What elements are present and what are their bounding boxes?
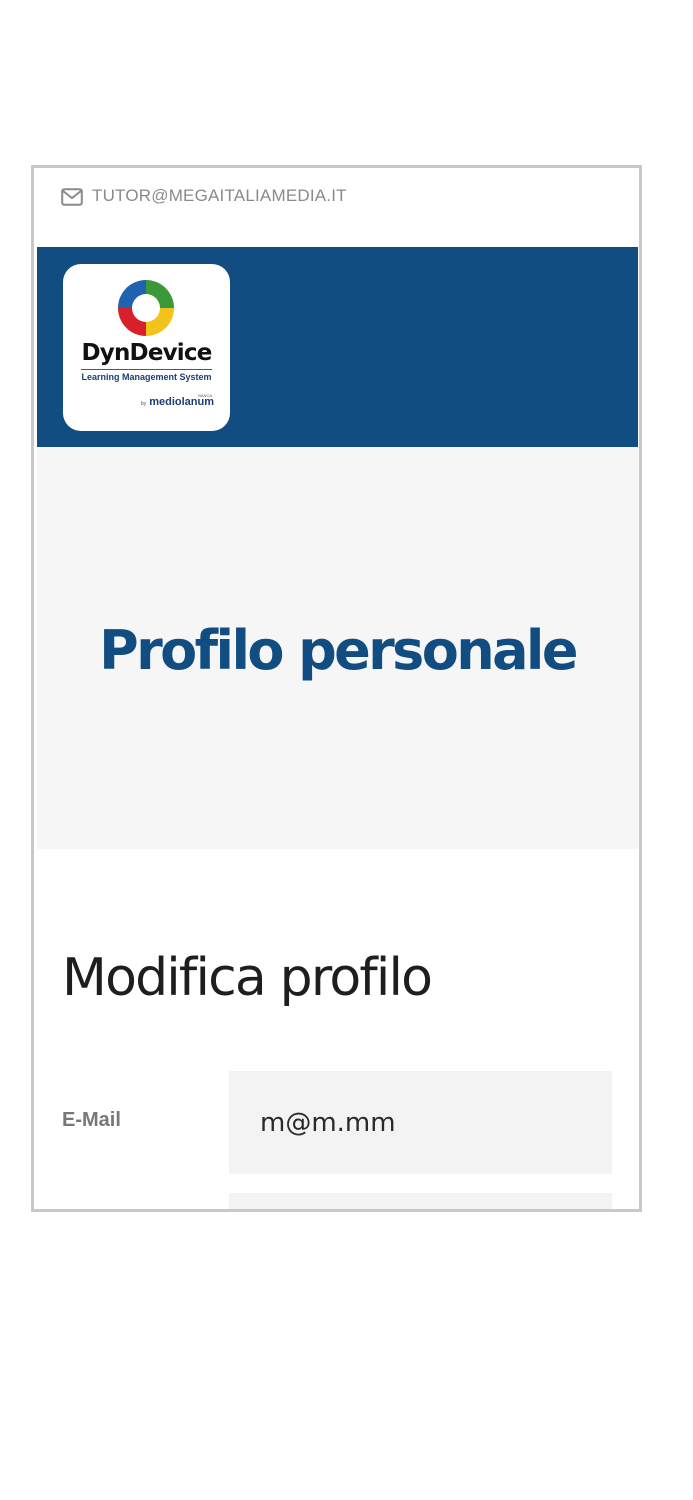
logo-partner: by mediolanum [141, 396, 214, 408]
envelope-icon [61, 188, 83, 206]
top-bar: TUTOR@MEGAITALIAMEDIA.IT [34, 168, 639, 247]
page-frame: TUTOR@MEGAITALIAMEDIA.IT DynDevice Learn… [31, 165, 642, 1212]
logo-divider [81, 369, 212, 370]
site-header: DynDevice Learning Management System BAN… [37, 247, 638, 447]
page-title: Profilo personale [99, 619, 578, 682]
email-field[interactable] [229, 1071, 612, 1174]
email-label: E-Mail [62, 1109, 121, 1131]
dyndevice-logo[interactable]: DynDevice Learning Management System BAN… [63, 264, 230, 431]
hero-banner: Profilo personale [37, 447, 638, 849]
logo-by: by [140, 401, 147, 407]
section-title: Modifica profilo [62, 948, 433, 1008]
logo-partner-name: mediolanum [149, 396, 214, 408]
logo-tagline: Learning Management System [81, 372, 212, 382]
logo-swirl-icon [113, 275, 179, 341]
logo-brand-name: DynDevice [81, 340, 212, 366]
contact-email-link[interactable]: TUTOR@MEGAITALIAMEDIA.IT [92, 186, 347, 206]
next-field[interactable] [229, 1193, 612, 1209]
